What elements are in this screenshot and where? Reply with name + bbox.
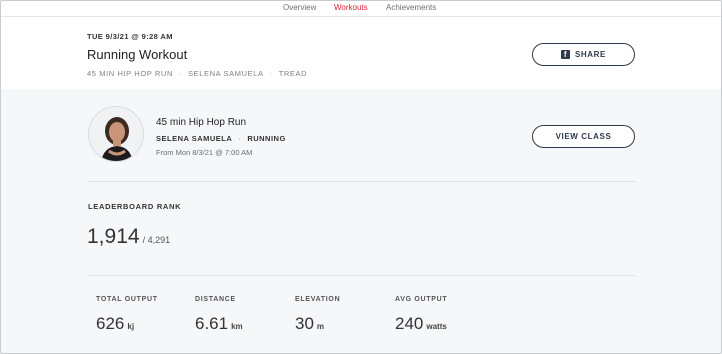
- workout-meta: 45 MIN HIP HOP RUN · SELENA SAMUELA · TR…: [87, 69, 307, 78]
- share-button[interactable]: f SHARE: [532, 43, 635, 66]
- stat-value: 240: [395, 314, 424, 333]
- meta-device: TREAD: [278, 69, 308, 78]
- tab-workouts[interactable]: Workouts: [334, 3, 368, 12]
- stat-label: ELEVATION: [295, 296, 341, 303]
- stat-value: 6.61: [195, 314, 229, 333]
- stat-value-row: 626 kj: [96, 314, 158, 334]
- instructor-avatar: [88, 106, 144, 162]
- leaderboard-rank-value: 1,914: [87, 225, 140, 248]
- view-class-label: VIEW CLASS: [555, 132, 612, 141]
- stat-unit: kj: [127, 322, 135, 331]
- meta-class-name: 45 MIN HIP HOP RUN: [87, 69, 173, 78]
- stat-value: 30: [295, 314, 314, 333]
- stat-distance: DISTANCE 6.61 km: [195, 296, 243, 334]
- facebook-icon: f: [560, 50, 570, 59]
- stat-value-row: 6.61 km: [195, 314, 243, 334]
- share-button-label: SHARE: [574, 50, 606, 59]
- tab-overview[interactable]: Overview: [283, 3, 316, 12]
- stat-label: TOTAL OUTPUT: [96, 296, 158, 303]
- meta-separator: ·: [269, 69, 273, 78]
- class-title: 45 min Hip Hop Run: [156, 117, 247, 128]
- tab-achievements[interactable]: Achievements: [386, 3, 436, 12]
- workout-detail-page: Overview Workouts Achievements TUE 9/3/2…: [0, 0, 722, 354]
- stat-value-row: 30 m: [295, 314, 340, 334]
- meta-separator: ·: [238, 134, 242, 143]
- workout-date: TUE 9/3/21 @ 9:28 AM: [87, 32, 173, 41]
- stat-value: 626: [96, 314, 125, 333]
- meta-separator: ·: [178, 69, 183, 78]
- stat-avg-output: AVG OUTPUT 240 watts: [395, 296, 447, 334]
- top-nav: Overview Workouts Achievements: [1, 1, 721, 17]
- page-title: Running Workout: [87, 47, 188, 62]
- stat-unit: km: [231, 322, 243, 331]
- workout-header: TUE 9/3/21 @ 9:28 AM Running Workout 45 …: [1, 17, 721, 89]
- stat-total-output: TOTAL OUTPUT 626 kj: [96, 296, 158, 334]
- view-class-button[interactable]: VIEW CLASS: [532, 125, 635, 148]
- class-instructor: SELENA SAMUELA: [156, 134, 233, 143]
- class-meta: SELENA SAMUELA · RUNNING: [156, 134, 286, 143]
- leaderboard-label: LEADERBOARD RANK: [88, 202, 182, 211]
- section-divider: [87, 275, 635, 276]
- stat-value-row: 240 watts: [395, 314, 447, 334]
- leaderboard-rank: 1,914 / 4,291: [87, 225, 170, 249]
- section-divider: [87, 181, 635, 182]
- stat-label: AVG OUTPUT: [395, 296, 448, 303]
- stat-unit: watts: [426, 322, 447, 331]
- stat-label: DISTANCE: [195, 296, 236, 303]
- stat-unit: m: [316, 322, 325, 331]
- leaderboard-total: / 4,291: [142, 235, 171, 245]
- class-original-date: From Mon 8/3/21 @ 7:00 AM: [156, 148, 253, 157]
- stat-elevation: ELEVATION 30 m: [295, 296, 340, 334]
- class-discipline: RUNNING: [247, 134, 286, 143]
- meta-instructor: SELENA SAMUELA: [188, 69, 264, 78]
